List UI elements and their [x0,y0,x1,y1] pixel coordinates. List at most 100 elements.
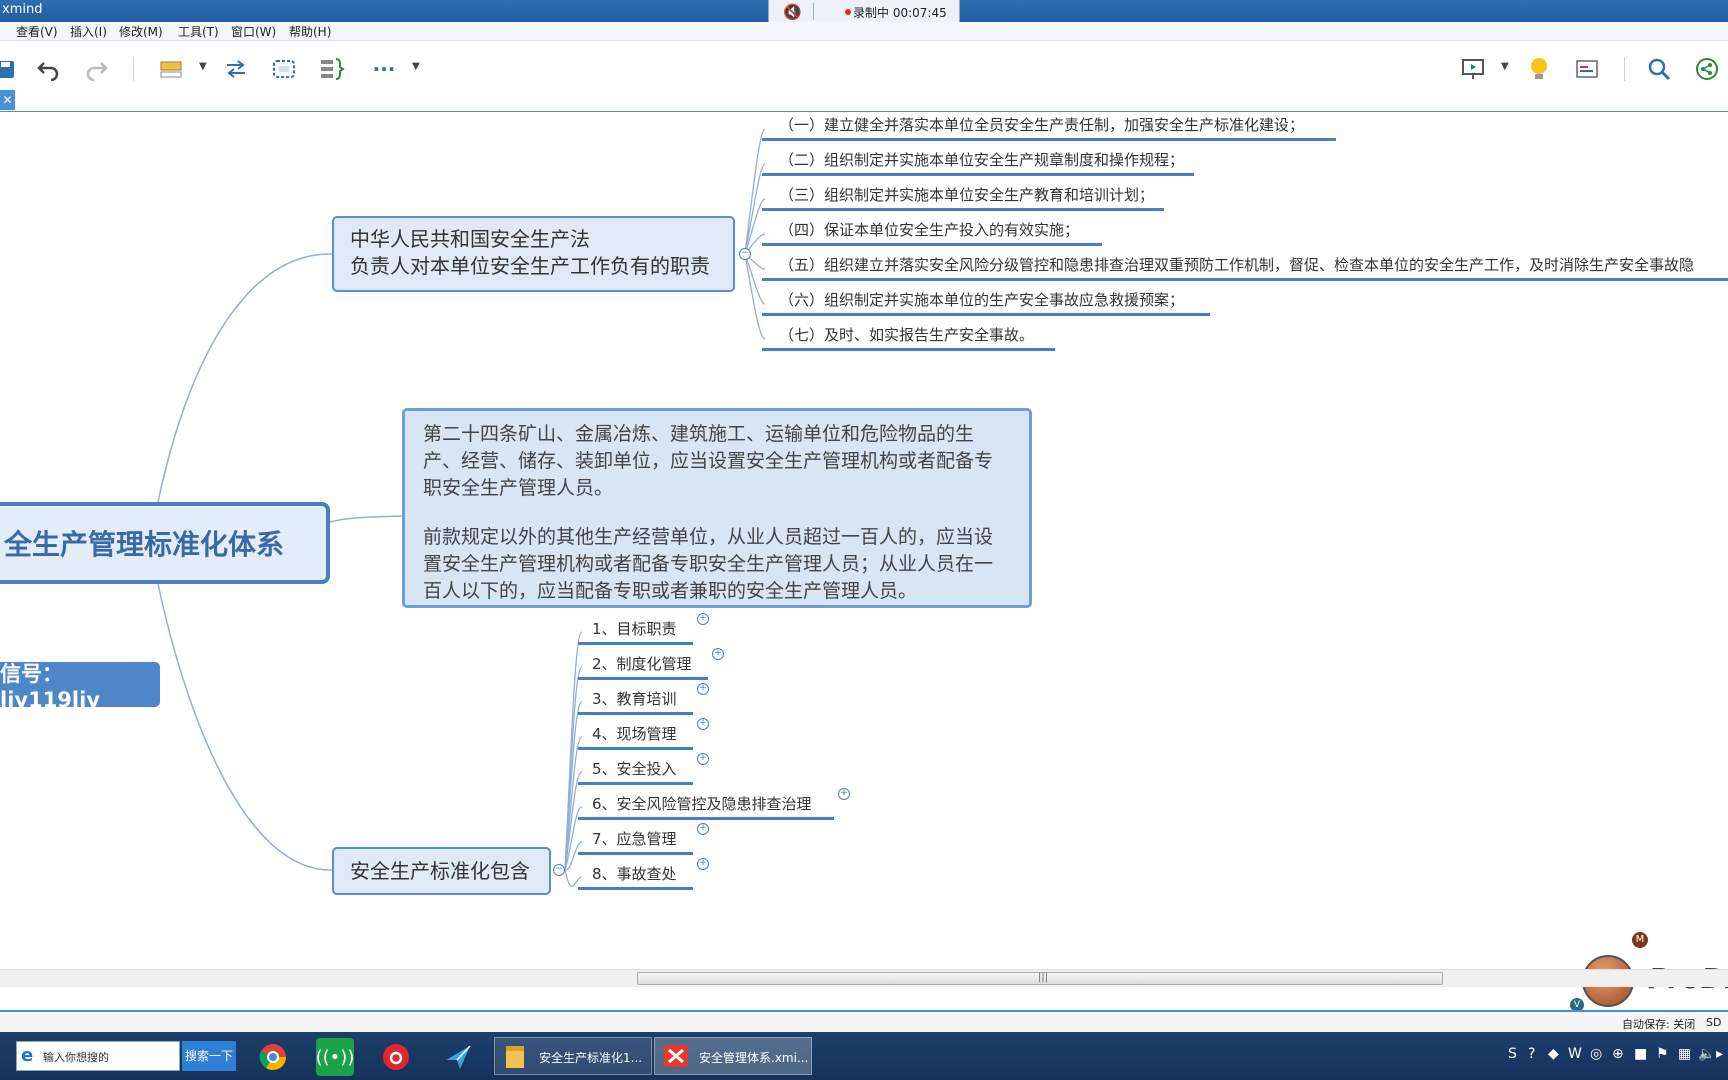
topic-line: 负责人对本单位安全生产工作负有的职责 [350,254,710,278]
presentation-button[interactable] [1457,53,1489,85]
taskbar-task-xmind[interactable]: 安全管理体系.xmi... [654,1037,812,1075]
undo-icon [37,62,59,81]
outline-button[interactable] [1571,53,1603,85]
leaf-underline [578,852,693,855]
chevron-down-icon[interactable]: ▼ [412,61,420,72]
tray-plus-icon[interactable]: ⊕ [1612,1046,1624,1062]
leaf-underline [578,677,708,680]
expand-icon[interactable]: + [697,613,709,625]
volume-icon[interactable]: 🔈 [1698,1046,1715,1062]
save-icon [0,61,14,78]
network-icon[interactable]: ▦ [1678,1046,1691,1062]
mute-icon[interactable]: 🔇 [783,3,802,21]
collapse-icon[interactable]: − [553,864,565,876]
law-item[interactable]: （三）组织制定并实施本单位安全生产教育和培训计划； [779,184,1154,205]
presentation-icon [1462,59,1484,79]
chrome-icon[interactable] [254,1038,292,1076]
expand-icon[interactable]: + [838,788,850,800]
scrollbar-thumb[interactable]: ||| [637,972,1443,985]
expand-icon[interactable]: + [697,718,709,730]
std-item[interactable]: 7、应急管理 [592,828,677,849]
mind-map-canvas[interactable]: 全生产管理标准化体系 信号：liy119liy 中华人民共和国安全生产法 负责人… [0,112,1728,969]
chevron-down-icon[interactable]: ▼ [1501,61,1509,72]
close-icon: ✕ [2,93,13,107]
taskbar-task-folder[interactable]: 安全生产标准化1... [494,1037,652,1075]
topic-safety-law[interactable]: 中华人民共和国安全生产法 负责人对本单位安全生产工作负有的职责 [332,216,735,292]
law-item[interactable]: （二）组织制定并实施本单位安全生产规章制度和操作规程； [779,149,1184,170]
relationship-button[interactable] [220,53,252,85]
search-button[interactable] [1643,53,1675,85]
tray-s-icon[interactable]: S [1508,1046,1517,1062]
search-icon [1648,58,1671,81]
tray-shield-icon[interactable]: ◆ [1548,1046,1559,1062]
toolbar-divider [133,57,134,81]
std-item[interactable]: 1、目标职责 [592,618,677,639]
tray-more-icon[interactable]: ▸ [1716,1046,1723,1062]
autosave-status[interactable]: 自动保存: 关闭 [1622,1016,1695,1032]
leaf-underline [762,138,1336,141]
menu-modify[interactable]: 修改(M) [119,23,163,40]
summary-button[interactable] [316,53,348,85]
law-item[interactable]: （一）建立健全并落实本单位全员安全生产责任制，加强安全生产标准化建设； [779,114,1304,135]
law-item[interactable]: （七）及时、如实报告生产安全事故。 [779,324,1034,345]
app-green-icon[interactable]: ((•)) [316,1038,354,1076]
more-button[interactable]: ··· [368,53,400,85]
menu-view[interactable]: 查看(V) [16,23,58,40]
save-button[interactable] [0,53,22,85]
undo-button[interactable] [32,53,64,85]
collapse-icon[interactable]: − [739,248,751,260]
boundary-button[interactable] [268,53,300,85]
share-button[interactable] [1691,53,1723,85]
recording-widget[interactable]: 🔇 录制中 00:07:45 [768,0,960,24]
netease-music-icon[interactable] [377,1038,415,1076]
law-item[interactable]: （四）保证本单位安全生产投入的有效实施； [779,219,1079,240]
status-bar: 自动保存: 关闭 SD [0,1010,1728,1034]
menu-tools[interactable]: 工具(T) [178,23,219,40]
menu-insert[interactable]: 插入(I) [70,23,107,40]
topic-line: 中华人民共和国安全生产法 [350,227,590,251]
app-bird-icon[interactable] [439,1038,477,1076]
search-placeholder: 输入你想搜的 [43,1051,109,1064]
close-tab-button[interactable]: ✕ [0,90,15,110]
taskbar-search-button[interactable]: 搜索一下 [182,1041,236,1071]
brainstorm-button[interactable] [1523,53,1555,85]
menu-help[interactable]: 帮助(H) [289,23,331,40]
root-topic[interactable]: 全生产管理标准化体系 [0,502,330,584]
std-item[interactable]: 3、教育培训 [592,688,677,709]
expand-icon[interactable]: + [697,753,709,765]
law-item[interactable]: （五）组织建立并落实安全风险分级管控和隐患排查治理双重预防工作机制，督促、检查本… [779,254,1694,275]
insert-topic-button[interactable] [155,53,187,85]
topic-icon [160,61,182,78]
std-item[interactable]: 8、事故查处 [592,863,677,884]
topic-article-24[interactable]: 第二十四条矿山、金属冶炼、建筑施工、运输单位和危险物品的生产、经营、储存、装卸单… [402,408,1032,608]
expand-icon[interactable]: + [697,858,709,870]
expand-icon[interactable]: + [712,648,724,660]
chevron-down-icon[interactable]: ▼ [199,61,207,72]
menu-window[interactable]: 窗口(W) [231,23,276,40]
expand-icon[interactable]: + [697,823,709,835]
tray-flag-icon[interactable]: ⚑ [1656,1046,1669,1062]
taskbar: e 输入你想搜的 搜索一下 ((•)) 安全生产标准化1... 安全管理体系.x… [0,1032,1728,1080]
std-item[interactable]: 4、现场管理 [592,723,677,744]
article-paragraph: 第二十四条矿山、金属冶炼、建筑施工、运输单位和危险物品的生产、经营、储存、装卸单… [423,423,994,499]
horizontal-scrollbar[interactable]: ||| [0,969,1728,987]
taskbar-search-input[interactable]: e 输入你想搜的 [16,1041,180,1071]
redo-button[interactable] [81,53,113,85]
share-icon [1696,58,1718,80]
tray-circle-icon[interactable]: ◎ [1590,1046,1602,1062]
editor-tab-strip [0,97,1728,113]
tray-wps-icon[interactable]: W [1568,1046,1582,1062]
std-item[interactable]: 5、安全投入 [592,758,677,779]
help-icon[interactable]: ? [1528,1046,1535,1062]
expand-icon[interactable]: + [697,683,709,695]
topic-standardization[interactable]: 安全生产标准化包含 [332,847,551,895]
law-item[interactable]: （六）组织制定并实施本单位的生产安全事故应急救援预案； [779,289,1184,310]
std-item[interactable]: 2、制度化管理 [592,653,692,674]
redo-icon [86,62,108,81]
window-title: xmind [2,2,43,17]
wechat-topic[interactable]: 信号：liy119liy [0,662,160,712]
leaf-underline [578,642,693,645]
std-item[interactable]: 6、安全风险管控及隐患排查治理 [592,793,812,814]
tray-nvidia-icon[interactable]: ■ [1634,1046,1647,1062]
